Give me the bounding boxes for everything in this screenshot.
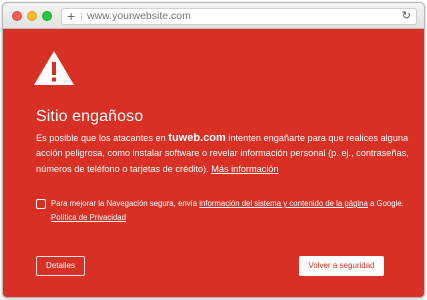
- consent-text-start: Para mejorar la Navegación segura, envía: [51, 199, 200, 208]
- consent-text-middle: a Google.: [367, 199, 404, 208]
- more-info-link[interactable]: Más información: [211, 164, 278, 174]
- system-info-link[interactable]: información del sistema y contenido de l…: [199, 199, 368, 208]
- back-to-safety-button[interactable]: Volver a seguridad: [299, 256, 384, 276]
- maximize-window-button[interactable]: [42, 11, 52, 21]
- url-text[interactable]: www.yourwebsite.com: [87, 9, 191, 24]
- close-window-button[interactable]: [12, 11, 22, 21]
- minimize-window-button[interactable]: [27, 11, 37, 21]
- browser-window: + www.yourwebsite.com ↻ Sitio engañoso E…: [2, 2, 425, 298]
- plus-icon[interactable]: +: [67, 9, 75, 24]
- privacy-policy-link[interactable]: Política de Privacidad: [51, 213, 126, 222]
- warning-text-start: Es posible que los atacantes en: [36, 133, 169, 143]
- safe-browsing-checkbox[interactable]: [36, 199, 46, 209]
- browser-toolbar: + www.yourwebsite.com ↻: [3, 3, 424, 29]
- warning-message: Es posible que los atacantes en tuweb.co…: [36, 131, 416, 177]
- safe-browsing-consent: Para mejorar la Navegación segura, envía…: [51, 197, 411, 225]
- page-title: Sitio engañoso: [36, 108, 144, 125]
- address-bar[interactable]: + www.yourwebsite.com ↻: [61, 8, 417, 25]
- address-separator: [81, 12, 82, 21]
- warning-triangle-icon: [34, 51, 74, 85]
- details-button[interactable]: Detalles: [36, 256, 85, 276]
- reload-icon[interactable]: ↻: [402, 9, 411, 24]
- site-domain: tuweb.com: [168, 132, 226, 144]
